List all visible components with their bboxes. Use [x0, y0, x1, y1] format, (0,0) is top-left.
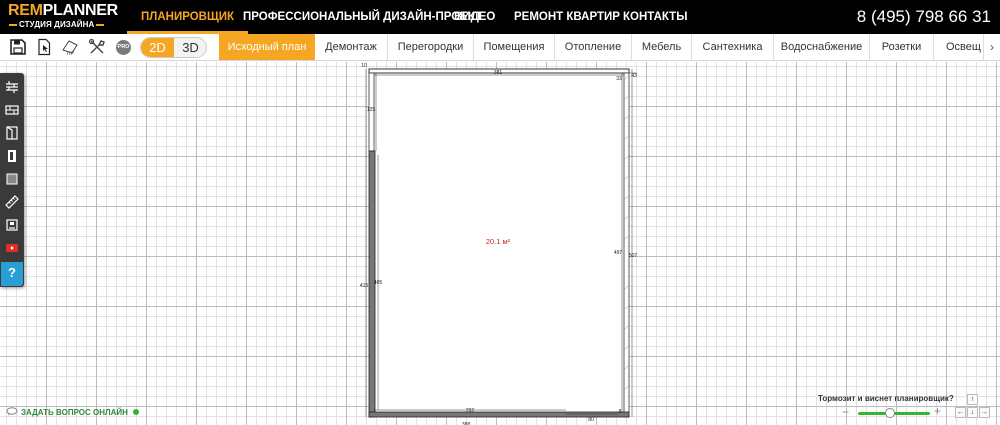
svg-text:m²: m²: [67, 51, 74, 56]
dim-top-inner: 381: [494, 70, 503, 76]
view-2d-button[interactable]: 2D: [141, 38, 174, 57]
dim-bottom-inner: 292: [466, 408, 475, 414]
tab-lighting[interactable]: Освещ: [934, 34, 983, 60]
pan-down-button[interactable]: ↓: [967, 407, 978, 418]
tab-partitions[interactable]: Перегородки: [388, 34, 474, 60]
dim-bottom-right: 80: [588, 417, 594, 423]
chat-bubble-icon: [6, 407, 18, 416]
room-area-label: 20.1 м²: [486, 237, 511, 246]
phone-number: 8 (495) 798 66 31: [856, 7, 991, 26]
area-m2-icon[interactable]: m²: [62, 38, 80, 57]
nav-video[interactable]: ВИДЕО: [454, 0, 495, 34]
dim-right-inner: 497: [614, 250, 623, 256]
ruler-icon[interactable]: [1, 191, 23, 213]
pro-icon[interactable]: PRO: [116, 40, 131, 55]
dim-top-right: 33: [616, 76, 622, 82]
door-open-icon[interactable]: [1, 145, 23, 167]
view-3d-button[interactable]: 3D: [174, 38, 206, 57]
plan-canvas[interactable]: 381 10 33 43 125 405 415 497 507 292 80 …: [0, 62, 1000, 425]
save-icon[interactable]: [9, 38, 27, 56]
zoom-in-button[interactable]: +: [934, 405, 941, 417]
pan-right-button[interactable]: →: [979, 407, 990, 418]
dim-left-inner: 405: [374, 280, 383, 286]
performance-help-link[interactable]: Тормозит и виснет планировщик?: [818, 394, 954, 403]
view-mode-toggle: 2D 3D: [140, 37, 207, 58]
logo[interactable]: REMPLANNER СТУДИЯ ДИЗАЙНА: [8, 3, 118, 31]
floor-plan: 381 10 33 43 125 405 415 497 507 292 80 …: [360, 63, 638, 425]
dim-bottom-right-small: 8: [619, 409, 622, 415]
logo-subtitle: СТУДИЯ ДИЗАЙНА: [8, 20, 105, 29]
tab-plumbing[interactable]: Сантехника: [692, 34, 774, 60]
tools-icon[interactable]: [88, 38, 106, 56]
brick-wall-icon[interactable]: [1, 99, 23, 121]
pan-up-button[interactable]: ↑: [967, 394, 978, 405]
zoom-out-button[interactable]: −: [842, 406, 849, 418]
floor-tile-icon[interactable]: [1, 168, 23, 190]
furniture-icon[interactable]: [1, 214, 23, 236]
left-tool-bar: ?: [0, 73, 24, 287]
logo-wordmark: REMPLANNER: [8, 2, 118, 19]
dim-left-upper: 125: [367, 107, 376, 113]
dim-top-right-outer: 43: [631, 73, 637, 79]
help-icon[interactable]: ?: [1, 262, 23, 286]
import-icon[interactable]: [35, 38, 53, 56]
door-icon[interactable]: [1, 122, 23, 144]
online-status-dot: [132, 409, 139, 415]
tab-rooms[interactable]: Помещения: [474, 34, 555, 60]
walls-tool-icon[interactable]: [1, 76, 23, 98]
dim-left-outer: 415: [360, 283, 369, 289]
nav-contacts[interactable]: КОНТАКТЫ: [623, 0, 687, 34]
nav-design-project[interactable]: ПРОФЕССИОНАЛЬНЫЙ ДИЗАЙН-ПРОЕКТ: [243, 0, 482, 34]
tab-furniture[interactable]: Мебель: [632, 34, 692, 60]
top-navigation-bar: REMPLANNER СТУДИЯ ДИЗАЙНА ПЛАНИРОВЩИК ПР…: [0, 0, 1000, 34]
ask-question-label: ЗАДАТЬ ВОПРОС ОНЛАЙН: [21, 408, 128, 417]
dim-top-left: 10: [361, 63, 367, 69]
pan-left-button[interactable]: ←: [955, 407, 966, 418]
nav-renovation[interactable]: РЕМОНТ КВАРТИР: [514, 0, 620, 34]
youtube-icon[interactable]: [1, 237, 23, 259]
dim-right-outer: 507: [629, 253, 638, 259]
ask-question-online[interactable]: ЗАДАТЬ ВОПРОС ОНЛАЙН: [6, 407, 139, 419]
tab-original-plan[interactable]: Исходный план: [219, 34, 315, 60]
planner-toolbar: m² PRO 2D 3D Исходный план Демонтаж Пере…: [0, 34, 1000, 61]
tab-heating[interactable]: Отопление: [555, 34, 632, 60]
tab-sockets[interactable]: Розетки: [870, 34, 934, 60]
tab-scroll-right-button[interactable]: ›: [983, 34, 1000, 60]
tab-water-supply[interactable]: Водоснабжение: [774, 34, 870, 60]
tab-demolition[interactable]: Демонтаж: [315, 34, 388, 60]
nav-planner[interactable]: ПЛАНИРОВЩИК: [127, 0, 248, 34]
